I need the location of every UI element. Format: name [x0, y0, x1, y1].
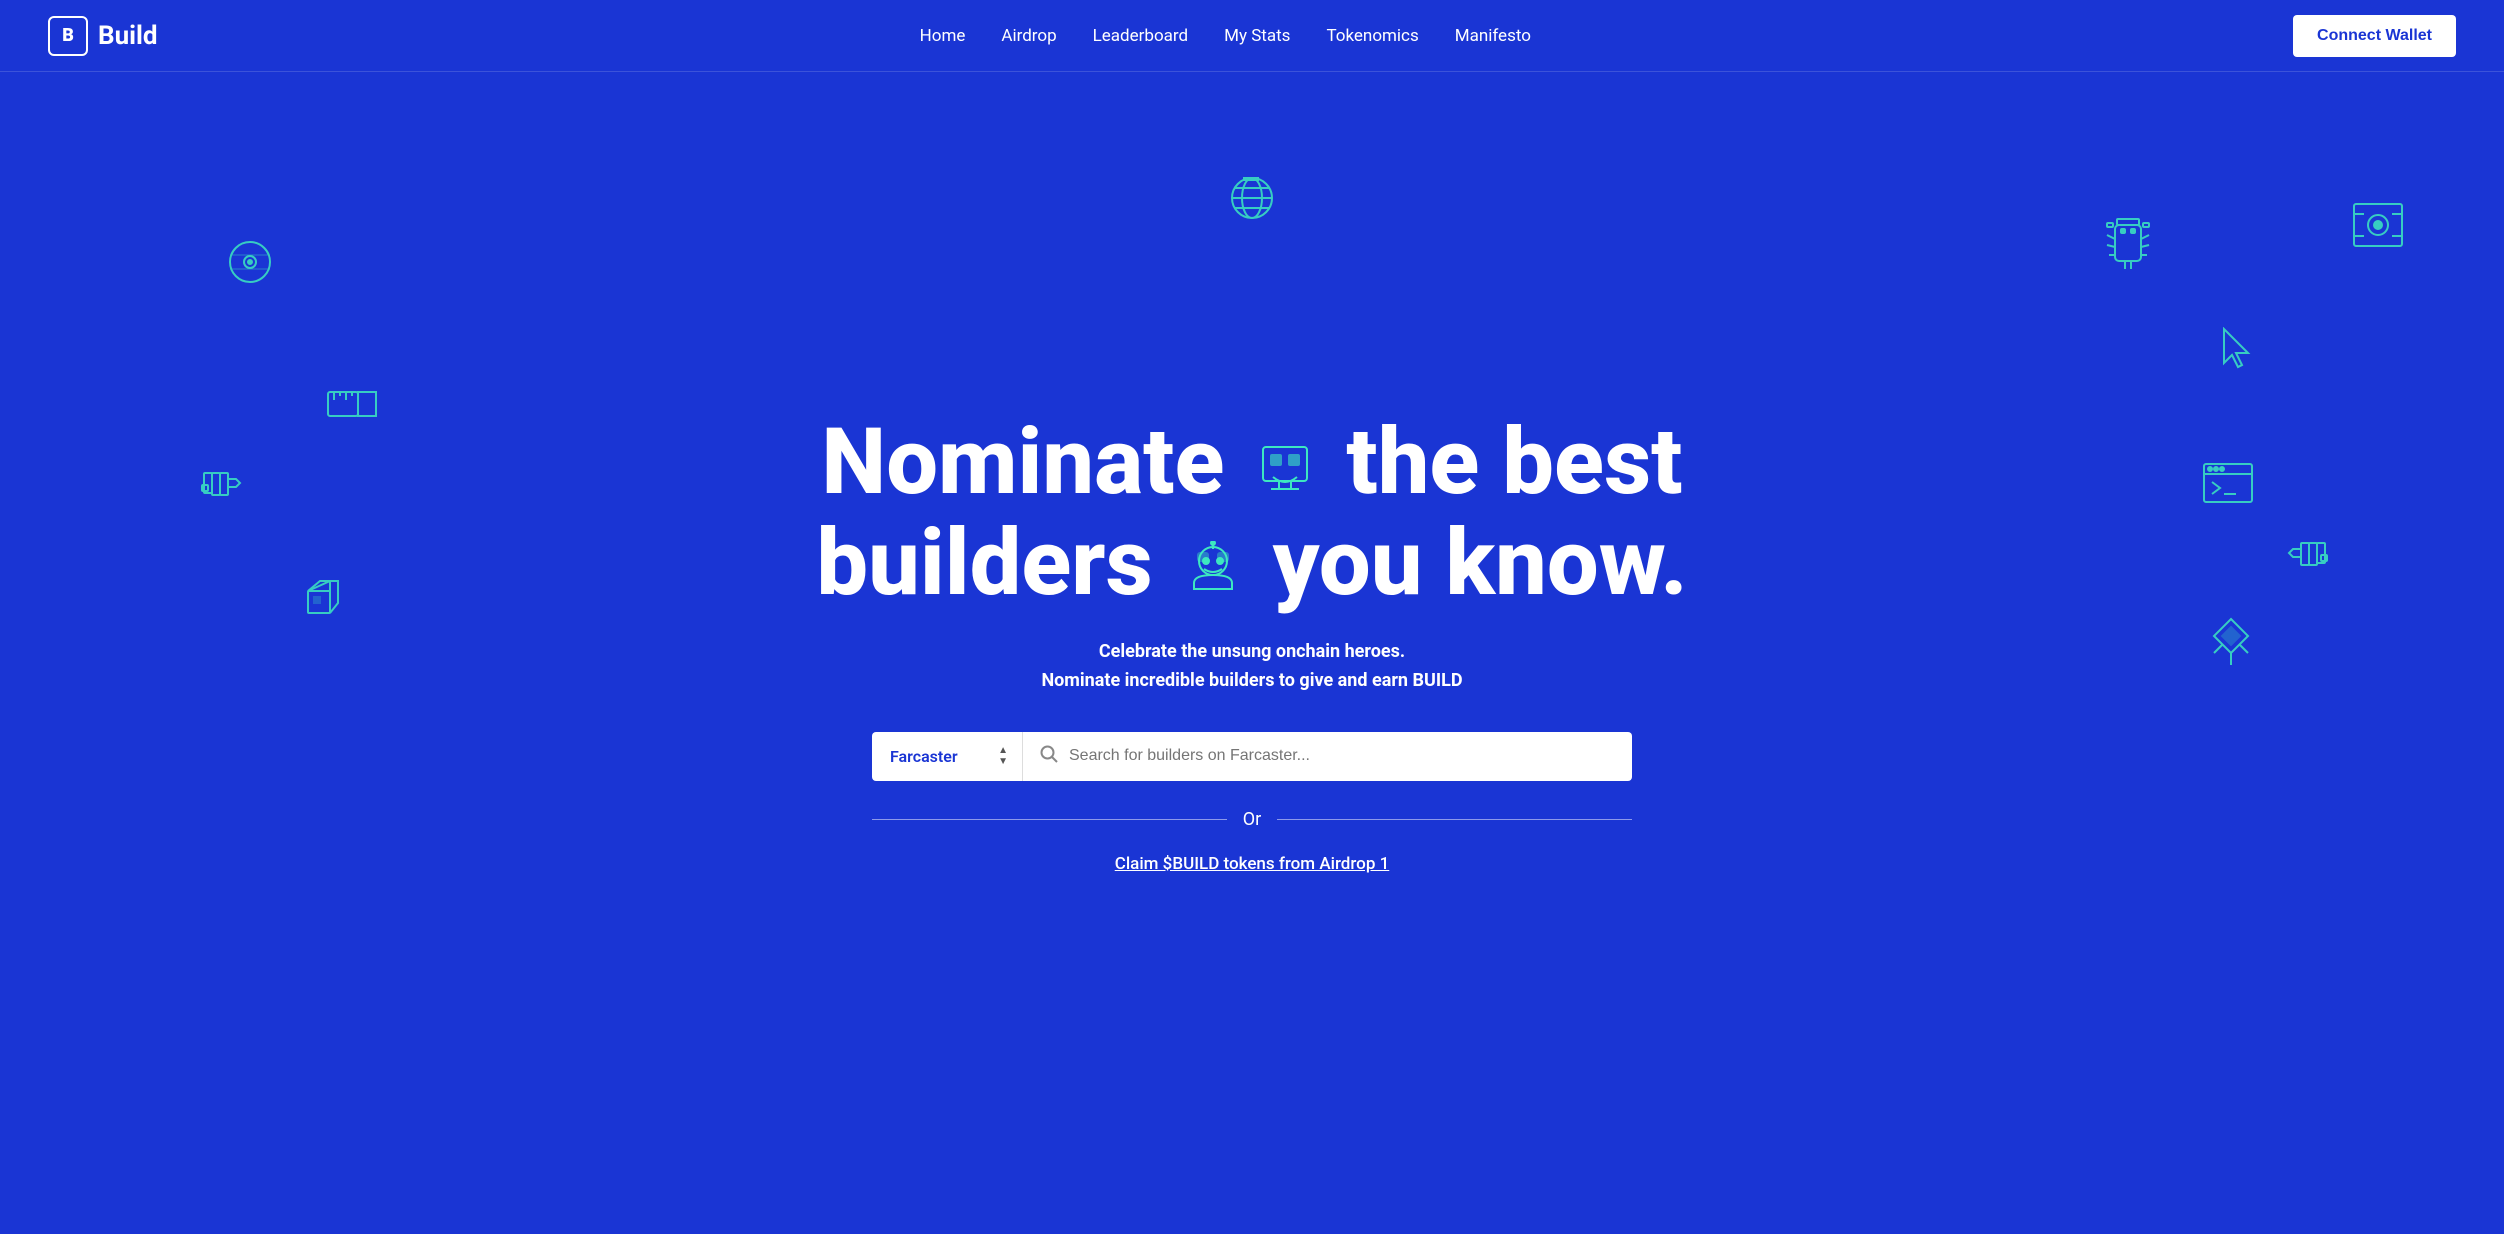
nav-leaderboard[interactable]: Leaderboard — [1093, 26, 1188, 46]
nav-mystats[interactable]: My Stats — [1224, 26, 1290, 46]
nav-home[interactable]: Home — [920, 26, 966, 46]
cd-icon — [225, 237, 275, 295]
claim-airdrop-link[interactable]: Claim $BUILD tokens from Airdrop 1 — [1115, 854, 1390, 874]
nav-manifesto[interactable]: Manifesto — [1455, 26, 1531, 46]
eye-target-icon — [2352, 202, 2404, 256]
hero-subtitle: Celebrate the unsung onchain heroes. Nom… — [1041, 638, 1462, 696]
search-input[interactable] — [1069, 747, 1616, 765]
search-icon — [1039, 744, 1059, 769]
hero-title: Nominate the best builders — [816, 412, 1687, 614]
platform-label: Farcaster — [890, 747, 958, 766]
chevron-icon: ▲ ▼ — [998, 746, 1008, 767]
connect-wallet-button[interactable]: Connect Wallet — [2293, 15, 2456, 57]
search-row: Farcaster ▲ ▼ — [872, 732, 1632, 781]
nav-logo[interactable]: B Build — [48, 16, 158, 56]
ruler-icon — [326, 382, 381, 434]
nav-tokenomics[interactable]: Tokenomics — [1326, 26, 1418, 46]
navbar: B Build Home Airdrop Leaderboard My Stat… — [0, 0, 2504, 72]
cursor-icon — [2220, 327, 2254, 376]
hero-section: Nominate the best builders — [0, 72, 2504, 1234]
logo-icon: B — [48, 16, 88, 56]
search-box — [1022, 732, 1632, 781]
hand-point-right-icon — [2281, 527, 2329, 583]
cube-icon — [300, 577, 342, 626]
hand-point-left-icon — [200, 457, 248, 513]
terminal-icon — [2202, 462, 2254, 512]
nav-links: Home Airdrop Leaderboard My Stats Tokeno… — [920, 26, 1531, 46]
nav-airdrop[interactable]: Airdrop — [1001, 26, 1056, 46]
globe-icon — [1226, 172, 1278, 233]
bug-icon — [2103, 217, 2153, 279]
cards-icon — [2208, 617, 2254, 675]
platform-selector[interactable]: Farcaster ▲ ▼ — [872, 732, 1022, 781]
logo-text: Build — [98, 21, 158, 51]
or-divider: Or — [872, 809, 1632, 830]
or-text: Or — [1243, 809, 1261, 830]
